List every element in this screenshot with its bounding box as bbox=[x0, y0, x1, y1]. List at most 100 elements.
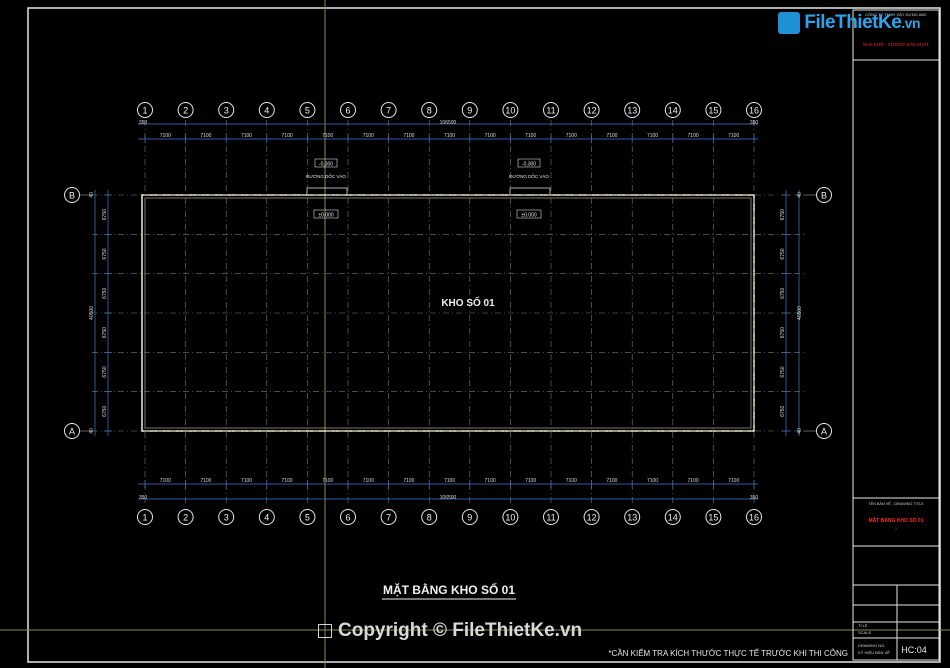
end-offset-label: 350 bbox=[139, 120, 148, 126]
dimension-layer: 7100 7100 7100 7100 7100 7100 7100 7100 7100 7100… bbox=[89, 120, 803, 501]
grid-layer bbox=[92, 120, 806, 505]
bay-dimension-label: 7100 bbox=[485, 478, 496, 484]
bay-dimension-label: 7100 bbox=[282, 133, 293, 139]
ramp-annotation-right: -0,300 ĐƯỜNG DỐC VÀO ±0.000 bbox=[509, 158, 549, 219]
bay-dimension-label: 7100 bbox=[444, 478, 455, 484]
axis-marker-label: 5 bbox=[305, 513, 310, 523]
logo-text: FileThietKe.vn bbox=[804, 12, 920, 34]
bay-dimension-label: 7100 bbox=[322, 478, 333, 484]
row-dimension-label: 6750 bbox=[780, 288, 786, 299]
axis-marker-label: 1 bbox=[142, 106, 147, 116]
watermark-text: Copyright © FileThietKe.vn bbox=[338, 620, 583, 641]
overall-width-label: 40500 bbox=[89, 306, 95, 320]
row-dimension-label: 6750 bbox=[102, 406, 108, 417]
axis-marker-label: A bbox=[69, 427, 75, 437]
bay-dimension-label: 7100 bbox=[647, 478, 658, 484]
bay-dimension-label: 7100 bbox=[200, 133, 211, 139]
axis-marker-label: 15 bbox=[708, 106, 718, 116]
drawing-number-label-1: DRAWING NO. bbox=[858, 643, 885, 648]
axis-marker-label: A bbox=[821, 427, 827, 437]
drawing-title-label: TÊN BẢN VẼ - DRAWING TITLE bbox=[868, 501, 924, 506]
axis-marker-label: 11 bbox=[546, 513, 555, 523]
company-line-2: NHÀ KHO - XƯỞNG SẢN XUẤT bbox=[863, 41, 929, 47]
scale-label-1: TỈ LỆ bbox=[858, 623, 868, 628]
bay-dimension-label: 7100 bbox=[728, 478, 739, 484]
row-dimension-label: 6750 bbox=[780, 327, 786, 338]
bay-dimension-label: 7100 bbox=[403, 478, 414, 484]
bay-dimension-label: 7100 bbox=[363, 478, 374, 484]
axis-marker-label: 16 bbox=[749, 106, 759, 116]
axis-marker-label: 9 bbox=[467, 106, 472, 116]
bay-dimension-label: 7100 bbox=[688, 133, 699, 139]
bay-dimension-label: 7100 bbox=[403, 133, 414, 139]
bay-dimension-label: 7100 bbox=[241, 478, 252, 484]
axis-marker-label: 10 bbox=[505, 106, 515, 116]
axis-marker-label: 7 bbox=[386, 106, 391, 116]
axis-marker-label: B bbox=[69, 191, 75, 201]
ramp-annotation-left: -0,300 ĐƯỜNG DỐC VÀO ±0.000 bbox=[306, 158, 346, 219]
title-block: CÔNG TY TNHH XÂY DỰNG ABC NHÀ KHO - XƯỞN… bbox=[852, 9, 940, 661]
bay-dimension-label: 7100 bbox=[200, 478, 211, 484]
ramp-label: ĐƯỜNG DỐC VÀO bbox=[306, 173, 346, 179]
row-dimension-label: 6750 bbox=[102, 288, 108, 299]
ramp-level: -0,300 bbox=[319, 162, 333, 168]
axis-marker-label: 14 bbox=[668, 513, 678, 523]
overall-width-label: 40500 bbox=[797, 306, 803, 320]
bay-dimension-label: 7100 bbox=[566, 478, 577, 484]
row-dimension-label: 6750 bbox=[102, 209, 108, 220]
bay-dimension-label: 7100 bbox=[322, 133, 333, 139]
axis-marker-label: 6 bbox=[345, 106, 350, 116]
bay-dimension-label: 7100 bbox=[606, 478, 617, 484]
axis-marker-label: 8 bbox=[427, 106, 432, 116]
bay-dimension-label: 7100 bbox=[525, 133, 536, 139]
axis-marker-label: 9 bbox=[467, 513, 472, 523]
plan-title: MẶT BẰNG KHO SỐ 01 bbox=[383, 582, 515, 597]
floor-level: ±0.000 bbox=[521, 213, 536, 219]
logo-icon bbox=[778, 12, 801, 34]
ramp-opening bbox=[306, 187, 348, 196]
axis-marker-label: B bbox=[821, 191, 827, 201]
bay-dimension-label: 7100 bbox=[688, 478, 699, 484]
axis-marker-label: 13 bbox=[627, 513, 637, 523]
axis-marker-label: 6 bbox=[345, 513, 350, 523]
axis-marker-label: 4 bbox=[264, 513, 269, 523]
bay-dimension-label: 7100 bbox=[160, 478, 171, 484]
row-dimension-label: 6750 bbox=[102, 366, 108, 377]
axis-marker-label: 3 bbox=[224, 513, 229, 523]
bay-dimension-label: 7100 bbox=[241, 133, 252, 139]
title-block-frame bbox=[852, 9, 940, 661]
floor-level: ±0.000 bbox=[318, 213, 333, 219]
construction-note: *CẦN KIỂM TRA KÍCH THƯỚC THỰC TẾ TRƯỚC K… bbox=[608, 648, 848, 658]
row-dimension-label: 6750 bbox=[780, 406, 786, 417]
axis-marker-label: 8 bbox=[427, 513, 432, 523]
sheet-number: HC:04 bbox=[901, 645, 927, 655]
scale-label-2: SCALE bbox=[858, 630, 871, 635]
bay-dimension-label: 7100 bbox=[525, 478, 536, 484]
drawing-number-label-2: KÝ HIỆU BẢN VẼ bbox=[858, 650, 890, 655]
site-logo: FileThietKe.vn bbox=[778, 12, 920, 34]
bay-dimension-label: 7100 bbox=[647, 133, 658, 139]
axis-marker-label: 2 bbox=[183, 106, 188, 116]
end-offset-label: 350 bbox=[750, 495, 759, 501]
edge-offset-label: 40 bbox=[797, 192, 803, 198]
end-offset-label: 350 bbox=[139, 495, 148, 501]
sheet-frame bbox=[27, 7, 941, 663]
row-dimension-label: 6750 bbox=[780, 248, 786, 259]
bay-dimension-label: 7100 bbox=[363, 133, 374, 139]
bay-dimension-label: 7100 bbox=[728, 133, 739, 139]
bay-dimension-label: 7100 bbox=[485, 133, 496, 139]
ramp-label: ĐƯỜNG DỐC VÀO bbox=[509, 173, 549, 179]
overall-length-label: 106500 bbox=[440, 495, 457, 501]
axis-marker-label: 1 bbox=[142, 513, 147, 523]
watermark-square bbox=[318, 624, 332, 638]
axis-marker-label: 10 bbox=[505, 513, 515, 523]
bay-dimension-label: 7100 bbox=[566, 133, 577, 139]
bay-dimension-label: 7100 bbox=[606, 133, 617, 139]
axis-marker-label: 2 bbox=[183, 513, 188, 523]
axis-marker-label: 15 bbox=[708, 513, 718, 523]
row-dimension-label: 6750 bbox=[780, 366, 786, 377]
axis-marker-label: 5 bbox=[305, 106, 310, 116]
axis-marker-label: 14 bbox=[668, 106, 678, 116]
drawing-title: MẶT BẰNG KHO SỐ 01 bbox=[868, 516, 923, 524]
edge-offset-label: 40 bbox=[797, 428, 803, 434]
